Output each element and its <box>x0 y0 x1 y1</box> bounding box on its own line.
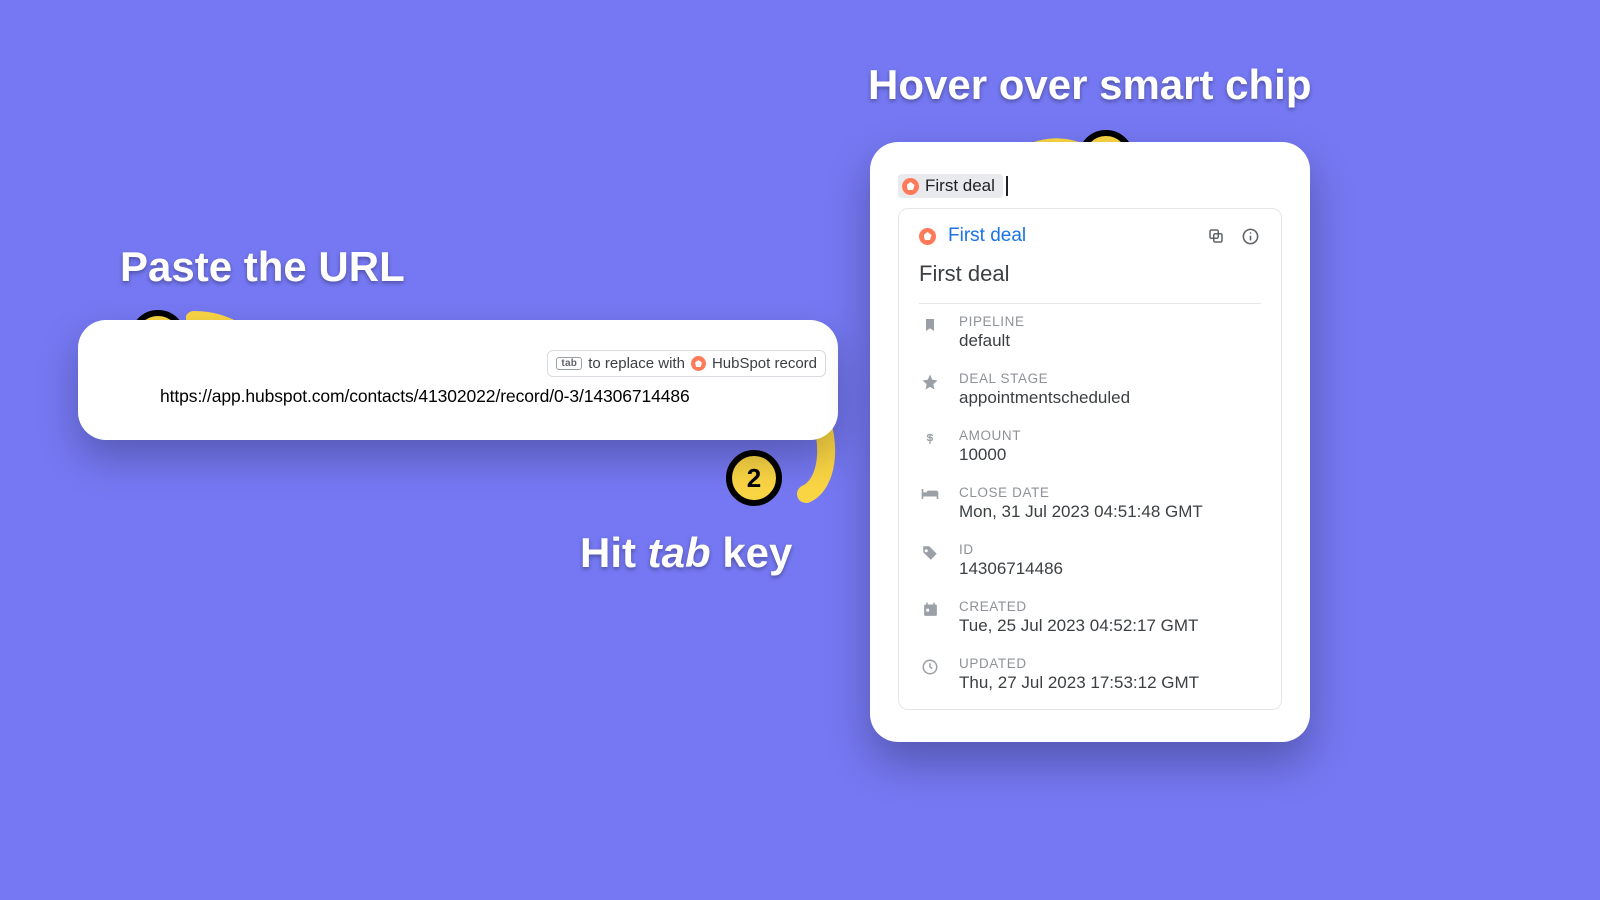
field-id: ID 14306714486 <box>919 532 1261 589</box>
hubspot-icon <box>691 356 706 371</box>
preview-card: First deal First deal First deal PIPELIN… <box>870 142 1310 742</box>
field-deal-stage: DEAL STAGE appointmentscheduled <box>919 361 1261 418</box>
field-value: 10000 <box>959 445 1021 465</box>
field-updated: UPDATED Thu, 27 Jul 2023 17:53:12 GMT <box>919 646 1261 703</box>
field-value: default <box>959 331 1025 351</box>
pasted-url-text[interactable]: https://app.hubspot.com/contacts/4130202… <box>160 386 690 407</box>
hint-record-text: HubSpot record <box>712 355 817 372</box>
callout-paste-url: Paste the URL <box>120 242 405 292</box>
clock-icon <box>919 658 941 676</box>
callout-tab-pre: Hit <box>580 529 648 576</box>
info-icon[interactable] <box>1239 225 1261 247</box>
bookmark-icon <box>919 316 941 334</box>
field-created: CREATED Tue, 25 Jul 2023 04:52:17 GMT <box>919 589 1261 646</box>
hint-mid-text: to replace with <box>588 355 685 372</box>
field-label: ID <box>959 542 1063 557</box>
field-label: UPDATED <box>959 656 1199 671</box>
field-close-date: CLOSE DATE Mon, 31 Jul 2023 04:51:48 GMT <box>919 475 1261 532</box>
field-value: Thu, 27 Jul 2023 17:53:12 GMT <box>959 673 1199 693</box>
bed-icon <box>919 487 941 501</box>
field-value: 14306714486 <box>959 559 1063 579</box>
calendar-icon <box>919 601 941 618</box>
callout-hover-chip: Hover over smart chip <box>868 60 1312 110</box>
callout-hit-tab: Hit tab key <box>580 528 792 578</box>
field-label: PIPELINE <box>959 314 1025 329</box>
field-label: CLOSE DATE <box>959 485 1203 500</box>
hubspot-header-icon <box>919 228 936 245</box>
hover-panel: First deal First deal PIPELINE default DE… <box>898 208 1282 710</box>
panel-link-title[interactable]: First deal <box>948 225 1193 247</box>
dollar-icon <box>919 430 941 448</box>
hover-panel-header: First deal <box>919 225 1261 247</box>
smart-chip-label: First deal <box>925 176 995 196</box>
field-label: CREATED <box>959 599 1198 614</box>
copy-icon[interactable] <box>1205 225 1227 247</box>
field-pipeline: PIPELINE default <box>919 304 1261 361</box>
callout-tab-post: key <box>711 529 793 576</box>
field-amount: AMOUNT 10000 <box>919 418 1261 475</box>
step-badge-2: 2 <box>726 450 782 506</box>
url-card: https://app.hubspot.com/contacts/4130202… <box>78 320 838 440</box>
star-icon <box>919 373 941 391</box>
hubspot-chip-icon <box>902 178 919 195</box>
deal-name: First deal <box>919 261 1261 304</box>
tab-replace-hint[interactable]: tab to replace with HubSpot record <box>547 350 826 377</box>
tab-key-icon: tab <box>556 357 582 370</box>
field-value: appointmentscheduled <box>959 388 1130 408</box>
text-cursor <box>1006 176 1008 196</box>
field-value: Tue, 25 Jul 2023 04:52:17 GMT <box>959 616 1198 636</box>
field-label: AMOUNT <box>959 428 1021 443</box>
callout-tab-key: tab <box>648 529 711 576</box>
field-label: DEAL STAGE <box>959 371 1130 386</box>
smart-chip[interactable]: First deal <box>898 174 1003 198</box>
field-value: Mon, 31 Jul 2023 04:51:48 GMT <box>959 502 1203 522</box>
tag-icon <box>919 544 941 562</box>
